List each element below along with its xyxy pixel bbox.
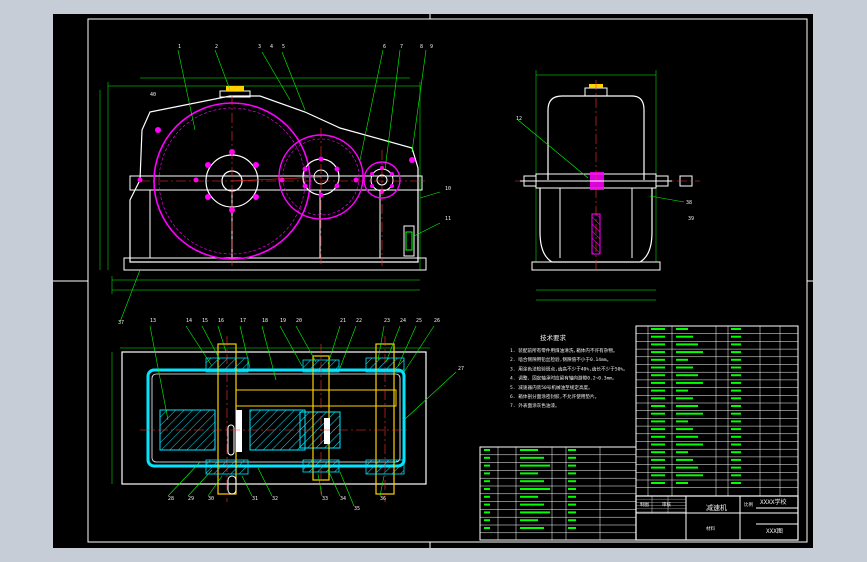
part-callout: 6 xyxy=(383,44,386,50)
school-name: XXXX学校 xyxy=(760,498,786,506)
part-callout: 27 xyxy=(458,366,464,372)
part-callout: 34 xyxy=(340,496,346,502)
note-line: 1. 装配前所有零件用煤油清洗,箱体内不许有杂物。 xyxy=(510,347,618,354)
drawing-sheet xyxy=(53,14,813,548)
part-callout: 21 xyxy=(340,318,346,324)
part-callout: 30 xyxy=(208,496,214,502)
part-callout: 3 xyxy=(258,44,261,50)
part-callout: 28 xyxy=(168,496,174,502)
part-callout: 26 xyxy=(434,318,440,324)
part-callout: 24 xyxy=(400,318,406,324)
part-callout: 20 xyxy=(296,318,302,324)
part-callout: 16 xyxy=(218,318,224,324)
checker-label: 审核 xyxy=(662,501,671,508)
part-callout: 11 xyxy=(445,216,451,222)
notes-heading: 技术要求 xyxy=(540,333,567,342)
note-line: 5. 减速器内装50号机械油至规定高度。 xyxy=(510,384,593,391)
part-callout: 13 xyxy=(150,318,156,324)
part-callout: 12 xyxy=(516,116,522,122)
part-callout: 37 xyxy=(118,320,124,326)
part-callout: 35 xyxy=(354,506,360,512)
product-name: 减速机 xyxy=(706,503,727,512)
part-callout: 10 xyxy=(445,186,451,192)
part-callout: 31 xyxy=(252,496,258,502)
part-callout: 17 xyxy=(240,318,246,324)
part-callout: 15 xyxy=(202,318,208,324)
part-callout: 19 xyxy=(280,318,286,324)
part-callout: 38 xyxy=(686,200,692,206)
note-line: 6. 箱体剖分面涂密封胶,不允许使用垫片。 xyxy=(510,393,599,400)
part-callout: 14 xyxy=(186,318,192,324)
part-callout: 40 xyxy=(150,92,156,98)
part-callout: 33 xyxy=(322,496,328,502)
part-callout: 8 xyxy=(420,44,423,50)
part-callout: 36 xyxy=(380,496,386,502)
reducer-drawing: 技术要求 1. 装配前所有零件用煤油清洗,箱体内不许有杂物。 2. 啮合侧隙用铅丝… xyxy=(53,14,813,548)
material-label: 材料 xyxy=(706,525,715,532)
cad-viewport: 技术要求 1. 装配前所有零件用煤油清洗,箱体内不许有杂物。 2. 啮合侧隙用铅丝… xyxy=(0,0,867,562)
part-callout: 18 xyxy=(262,318,268,324)
drawer-label: 制图 xyxy=(640,501,649,508)
part-callout: 29 xyxy=(188,496,194,502)
part-callout: 4 xyxy=(270,44,273,50)
note-line: 7. 外表面涂灰色油漆。 xyxy=(510,402,560,409)
part-callout: 1 xyxy=(178,44,181,50)
part-callout: 39 xyxy=(688,216,694,222)
part-callout: 5 xyxy=(282,44,285,50)
drawing-number: XXX图 xyxy=(766,528,783,535)
part-callout: 23 xyxy=(384,318,390,324)
note-line: 4. 调整、固定轴承时应留有轴向游隙0.2~0.3mm。 xyxy=(510,375,617,382)
scale-label: 比例 xyxy=(744,501,753,508)
note-line: 3. 用涂色法检验斑点,齿高不少于40%,齿长不少于50%。 xyxy=(510,365,628,372)
part-callout: 32 xyxy=(272,496,278,502)
note-line: 2. 啮合侧隙用铅丝检验,侧隙值不小于0.14mm。 xyxy=(510,356,611,363)
part-callout: 9 xyxy=(430,44,433,50)
part-callout: 25 xyxy=(416,318,422,324)
part-callout: 22 xyxy=(356,318,362,324)
part-callout: 7 xyxy=(400,44,403,50)
part-callout: 2 xyxy=(215,44,218,50)
